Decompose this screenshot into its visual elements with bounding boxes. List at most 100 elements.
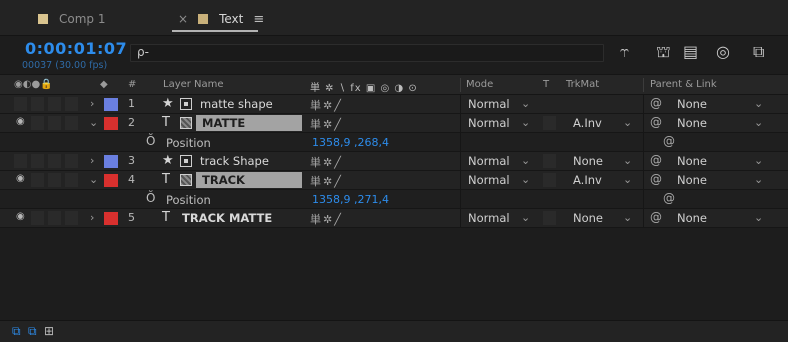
property-value[interactable]: 1358,9 ,271,4 [312,193,389,206]
layer-name[interactable]: matte shape [200,97,273,111]
lock-switch[interactable] [65,211,78,225]
chevron-down-icon[interactable]: ⌄ [754,211,763,224]
pick-whip-icon[interactable]: @ [650,153,662,167]
chevron-right-icon[interactable]: › [90,97,94,110]
audio-switch[interactable] [31,173,44,187]
track-matte-select[interactable]: A.Inv [573,173,602,187]
parent-select[interactable]: None [677,154,707,168]
layer-switches[interactable]: 単✲╱ [310,116,343,132]
parent-select[interactable]: None [677,173,707,187]
solo-switch[interactable] [48,97,61,111]
tab-comp-1[interactable]: Comp 1 [38,8,105,30]
stopwatch-icon[interactable]: Ŏ [146,191,155,205]
property-row[interactable]: Ŏ Position 1358,9 ,271,4 @ [0,190,788,209]
blend-mode-select[interactable]: Normal [468,116,510,130]
in-out-toggle-icon[interactable]: ⊞ [44,324,54,338]
close-icon[interactable]: × [178,12,188,26]
solo-switch[interactable] [48,173,61,187]
layer-row[interactable]: ◉ ⌄ 4 T TRACK 単✲╱ Normal ⌄ A.Inv ⌄ @ Non… [0,171,788,190]
blend-mode-select[interactable]: Normal [468,211,510,225]
current-time-display[interactable]: 0:00:01:07 [25,39,127,58]
lock-switch[interactable] [65,173,78,187]
pick-whip-icon[interactable]: @ [650,172,662,186]
label-color-box[interactable] [104,212,118,225]
video-switch[interactable] [14,97,27,111]
mode-header[interactable]: Mode [466,79,493,90]
eye-icon[interactable]: ◉ [16,116,25,127]
pick-whip-icon[interactable]: @ [650,210,662,224]
chevron-down-icon[interactable]: ⌄ [521,173,530,186]
chevron-down-icon[interactable]: ⌄ [754,97,763,110]
chevron-down-icon[interactable]: ⌄ [754,116,763,129]
chevron-down-icon[interactable]: ⌄ [521,211,530,224]
property-value[interactable]: 1358,9 ,268,4 [312,136,389,149]
layer-switches[interactable]: 単✲╱ [310,211,343,227]
chevron-down-icon[interactable]: ⌄ [521,97,530,110]
parent-select[interactable]: None [677,116,707,130]
audio-switch[interactable] [31,116,44,130]
video-switch[interactable] [14,154,27,168]
audio-switch[interactable] [31,97,44,111]
frame-blending-icon[interactable]: ▤ [683,42,698,61]
chevron-down-icon[interactable]: ⌄ [623,173,632,186]
layer-name-header[interactable]: Layer Name [163,79,224,90]
track-matte-select[interactable]: A.Inv [573,116,602,130]
label-color-box[interactable] [104,98,118,111]
eye-icon[interactable]: ◉ [16,173,25,184]
chevron-down-icon[interactable]: ⌄ [89,116,98,129]
pick-whip-icon[interactable]: @ [663,134,675,148]
layer-switches-toggle-icon[interactable]: ⧉ [12,324,21,339]
empty-layer-area[interactable] [0,228,788,320]
search-input[interactable]: ρ- [130,44,604,62]
chevron-down-icon[interactable]: ⌄ [623,211,632,224]
eye-icon[interactable]: ◉ [16,211,25,222]
lock-switch[interactable] [65,154,78,168]
layer-name[interactable]: TRACK MATTE [182,211,272,225]
solo-switch[interactable] [48,154,61,168]
audio-switch[interactable] [31,211,44,225]
transfer-controls-toggle-icon[interactable]: ⧉ [28,324,37,339]
blend-mode-select[interactable]: Normal [468,154,510,168]
parent-header[interactable]: Parent & Link [650,79,717,90]
chevron-down-icon[interactable]: ⌄ [754,173,763,186]
track-matte-select[interactable]: None [573,154,603,168]
label-color-box[interactable] [104,117,118,130]
parent-select[interactable]: None [677,97,707,111]
chevron-down-icon[interactable]: ⌄ [754,154,763,167]
av-features-icons[interactable]: ◉◐●🔒 [14,79,53,90]
layer-switches[interactable]: 単✲╱ [310,154,343,170]
layer-row[interactable]: › 3 ★ track Shape 単✲╱ Normal ⌄ None ⌄ @ … [0,152,788,171]
chevron-down-icon[interactable]: ⌄ [623,154,632,167]
layer-switches[interactable]: 単✲╱ [310,97,343,113]
comp-flowchart-icon[interactable]: ⥾ [620,42,629,62]
stopwatch-icon[interactable]: Ŏ [146,134,155,148]
preserve-transparency-checkbox[interactable] [543,173,556,187]
preserve-transparency-checkbox[interactable] [543,211,556,225]
label-color-box[interactable] [104,174,118,187]
solo-switch[interactable] [48,211,61,225]
motion-blur-icon[interactable]: ◎ [716,42,730,61]
layer-name[interactable]: track Shape [200,154,269,168]
trkmat-header[interactable]: TrkMat [566,79,599,90]
parent-select[interactable]: None [677,211,707,225]
layer-name[interactable]: TRACK [196,172,302,188]
tab-text[interactable]: × Text ≡ [178,8,264,30]
layer-row[interactable]: ◉ ⌄ 2 T MATTE 単✲╱ Normal ⌄ A.Inv ⌄ @ Non… [0,114,788,133]
pick-whip-icon[interactable]: @ [650,96,662,110]
chevron-down-icon[interactable]: ⌄ [521,116,530,129]
audio-switch[interactable] [31,154,44,168]
solo-switch[interactable] [48,116,61,130]
preserve-transparency-checkbox[interactable] [543,154,556,168]
t-header[interactable]: T [543,79,549,90]
chevron-down-icon[interactable]: ⌄ [89,173,98,186]
chevron-down-icon[interactable]: ⌄ [521,154,530,167]
pick-whip-icon[interactable]: @ [650,115,662,129]
track-matte-select[interactable]: None [573,211,603,225]
layer-switches[interactable]: 単✲╱ [310,173,343,189]
menu-icon[interactable]: ≡ [253,12,264,27]
preserve-transparency-checkbox[interactable] [543,116,556,130]
chevron-down-icon[interactable]: ⌄ [623,116,632,129]
graph-editor-icon[interactable]: ⧉ [753,42,764,62]
layer-name[interactable]: MATTE [196,115,302,131]
property-row[interactable]: Ŏ Position 1358,9 ,268,4 @ [0,133,788,152]
